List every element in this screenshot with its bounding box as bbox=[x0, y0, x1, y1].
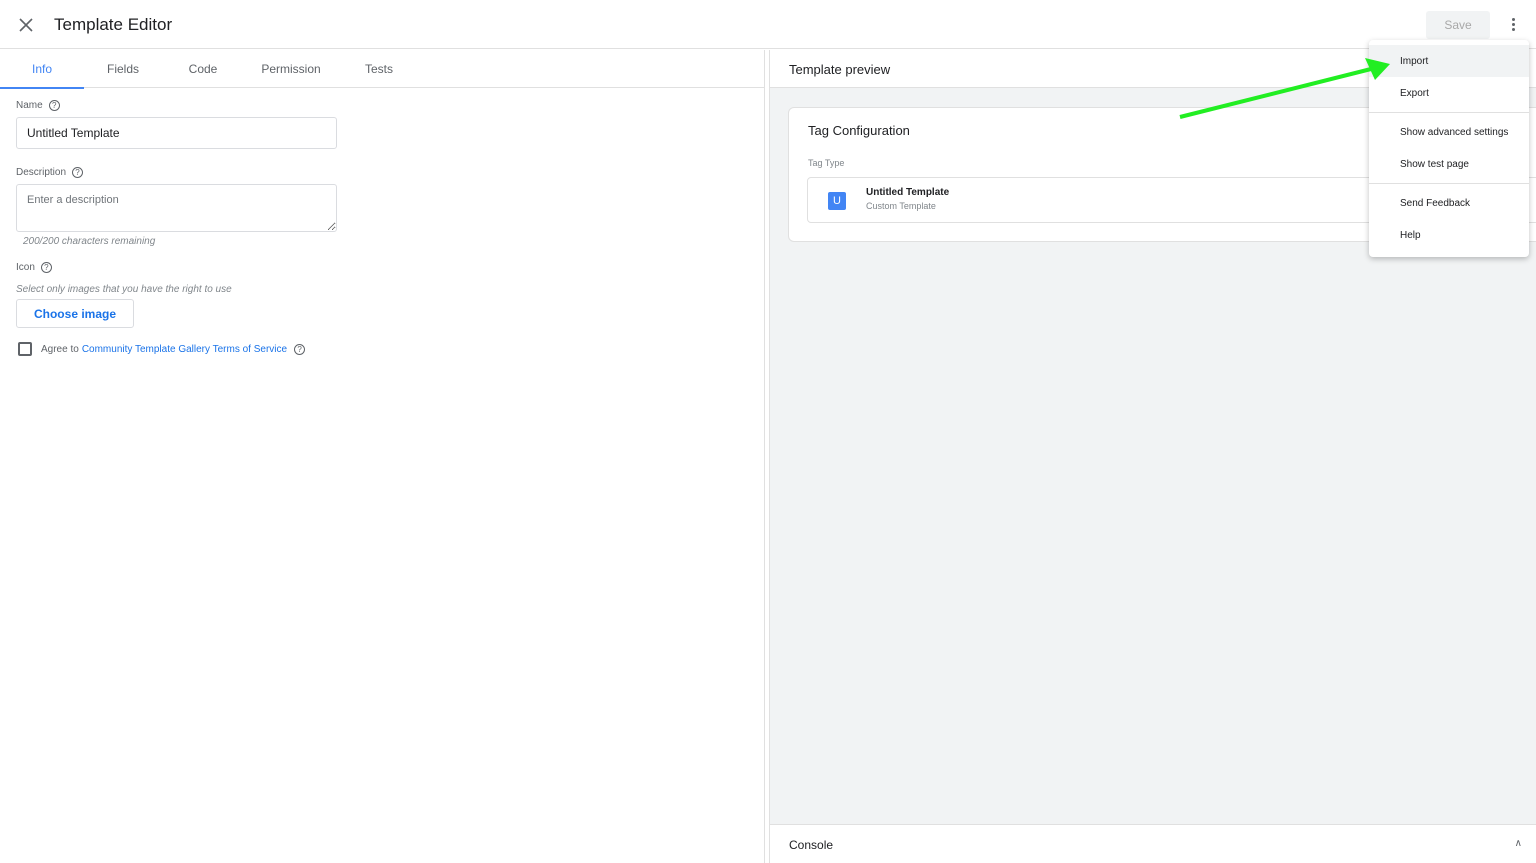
tab-code[interactable]: Code bbox=[162, 50, 244, 88]
top-bar: Template Editor Save bbox=[0, 0, 1536, 49]
close-icon bbox=[19, 18, 33, 32]
menu-item-export[interactable]: Export bbox=[1369, 77, 1529, 109]
tab-info[interactable]: Info bbox=[0, 50, 84, 89]
help-icon[interactable]: ? bbox=[40, 262, 52, 273]
description-input[interactable] bbox=[16, 184, 337, 232]
tag-type-label: Tag Type bbox=[808, 158, 845, 168]
description-label: Description ? bbox=[16, 167, 84, 178]
editor-panel: Info Fields Code Permission Tests Name ?… bbox=[0, 50, 764, 863]
menu-item-import[interactable]: Import bbox=[1369, 45, 1529, 77]
menu-item-send-feedback[interactable]: Send Feedback bbox=[1369, 187, 1529, 219]
overflow-menu: Import Export Show advanced settings Sho… bbox=[1369, 40, 1529, 257]
agree-terms: Agree to Community Template Gallery Term… bbox=[18, 342, 306, 356]
tag-description: Custom Template bbox=[866, 201, 936, 211]
console-label: Console bbox=[789, 838, 834, 852]
console-panel[interactable]: Console ∧ bbox=[770, 824, 1536, 863]
help-icon[interactable]: ? bbox=[48, 100, 60, 111]
chars-remaining: 200/200 characters remaining bbox=[23, 236, 156, 247]
card-title: Tag Configuration bbox=[808, 123, 910, 138]
icon-hint: Select only images that you have the rig… bbox=[16, 284, 232, 295]
name-label: Name ? bbox=[16, 100, 60, 111]
more-options-button[interactable] bbox=[1503, 12, 1523, 36]
template-icon: U bbox=[828, 192, 846, 210]
tab-fields[interactable]: Fields bbox=[84, 50, 162, 88]
help-icon[interactable]: ? bbox=[294, 343, 306, 355]
editor-tabs: Info Fields Code Permission Tests bbox=[0, 50, 764, 89]
menu-item-show-advanced-settings[interactable]: Show advanced settings bbox=[1369, 116, 1529, 148]
page-title: Template Editor bbox=[54, 15, 173, 34]
agree-checkbox[interactable] bbox=[18, 342, 32, 356]
menu-divider bbox=[1369, 183, 1529, 184]
menu-item-help[interactable]: Help bbox=[1369, 219, 1529, 251]
terms-link[interactable]: Community Template Gallery Terms of Serv… bbox=[82, 344, 287, 355]
icon-label: Icon ? bbox=[16, 262, 52, 273]
close-button[interactable] bbox=[14, 13, 38, 37]
more-vert-icon bbox=[1511, 17, 1515, 21]
save-button[interactable]: Save bbox=[1426, 11, 1490, 39]
choose-image-button[interactable]: Choose image bbox=[16, 299, 134, 328]
chevron-up-icon[interactable]: ∧ bbox=[1515, 838, 1522, 849]
menu-item-show-test-page[interactable]: Show test page bbox=[1369, 148, 1529, 180]
tab-tests[interactable]: Tests bbox=[338, 50, 420, 88]
tag-name: Untitled Template bbox=[866, 187, 950, 198]
tab-permission[interactable]: Permission bbox=[244, 50, 338, 88]
menu-divider bbox=[1369, 112, 1529, 113]
preview-title: Template preview bbox=[789, 62, 891, 77]
help-icon[interactable]: ? bbox=[72, 167, 84, 178]
name-input[interactable] bbox=[16, 117, 337, 149]
